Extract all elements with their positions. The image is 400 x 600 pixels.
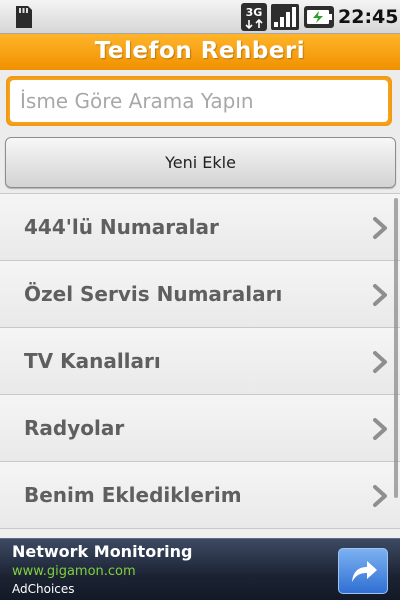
add-new-button-label: Yeni Ekle: [165, 153, 236, 172]
title-bar: Telefon Rehberi: [0, 34, 400, 70]
list-item-label: TV Kanalları: [24, 349, 161, 373]
svg-text:3G: 3G: [246, 6, 263, 19]
list-item-label: Radyolar: [24, 416, 125, 440]
chevron-right-icon: [373, 284, 387, 306]
battery-icon: [304, 6, 334, 28]
chevron-right-icon: [373, 485, 387, 507]
network-3g-icon: 3G: [241, 3, 267, 31]
list-item-label: Özel Servis Numaraları: [24, 282, 283, 306]
list-scrollbar[interactable]: [394, 198, 398, 498]
list-item-label: Benim Eklediklerim: [24, 483, 242, 507]
list-item-radios[interactable]: Radyolar: [0, 395, 400, 462]
ad-choices-link[interactable]: AdChoices: [12, 582, 75, 596]
search-input[interactable]: [10, 80, 388, 122]
ad-open-button[interactable]: [338, 548, 388, 594]
search-box: [6, 76, 392, 126]
list-item-my-additions[interactable]: Benim Eklediklerim: [0, 462, 400, 529]
add-new-button[interactable]: Yeni Ekle: [5, 137, 396, 188]
chevron-right-icon: [373, 418, 387, 440]
clock: 22:45: [338, 6, 399, 28]
list-item-444-numbers[interactable]: 444'lü Numaralar: [0, 194, 400, 261]
signal-icon: [271, 4, 299, 30]
list-item-special-service-numbers[interactable]: Özel Servis Numaraları: [0, 261, 400, 328]
ad-banner[interactable]: Network Monitoring www.gigamon.com AdCho…: [0, 538, 400, 600]
category-list: 444'lü Numaralar Özel Servis Numaraları …: [0, 193, 400, 538]
list-item-label: 444'lü Numaralar: [24, 215, 219, 239]
page-title: Telefon Rehberi: [94, 38, 306, 64]
chevron-right-icon: [373, 351, 387, 373]
chevron-right-icon: [373, 217, 387, 239]
status-bar: 3G 22:45: [0, 0, 400, 34]
share-arrow-icon: [352, 561, 377, 582]
ad-url[interactable]: www.gigamon.com: [12, 564, 136, 579]
ad-title: Network Monitoring: [12, 542, 193, 561]
list-item-tv-channels[interactable]: TV Kanalları: [0, 328, 400, 395]
sd-card-icon: [16, 6, 32, 28]
